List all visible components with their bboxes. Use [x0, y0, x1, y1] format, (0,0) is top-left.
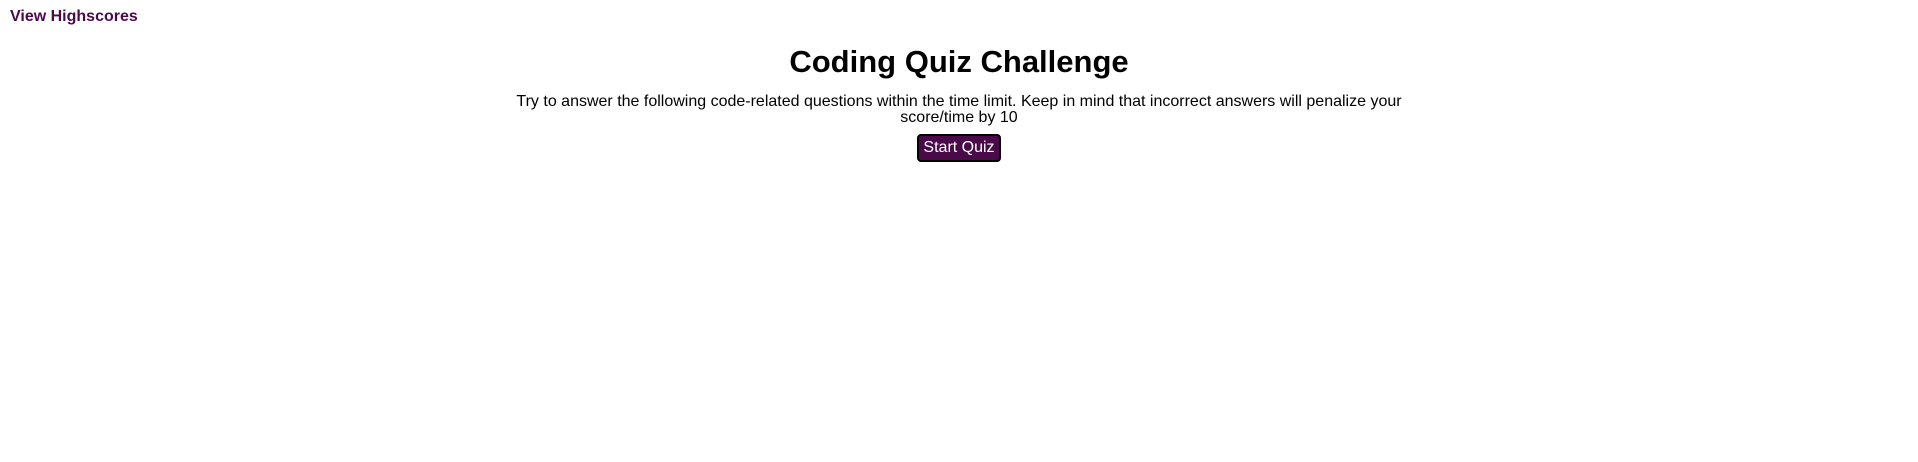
page-title: Coding Quiz Challenge — [789, 44, 1129, 79]
view-highscores-link[interactable]: View Highscores — [10, 8, 138, 25]
start-quiz-button[interactable]: Start Quiz — [917, 134, 1001, 162]
top-bar: View Highscores — [10, 8, 138, 26]
quiz-start-section: Coding Quiz Challenge Try to answer the … — [0, 44, 1918, 162]
quiz-instructions: Try to answer the following code-related… — [516, 93, 1402, 126]
